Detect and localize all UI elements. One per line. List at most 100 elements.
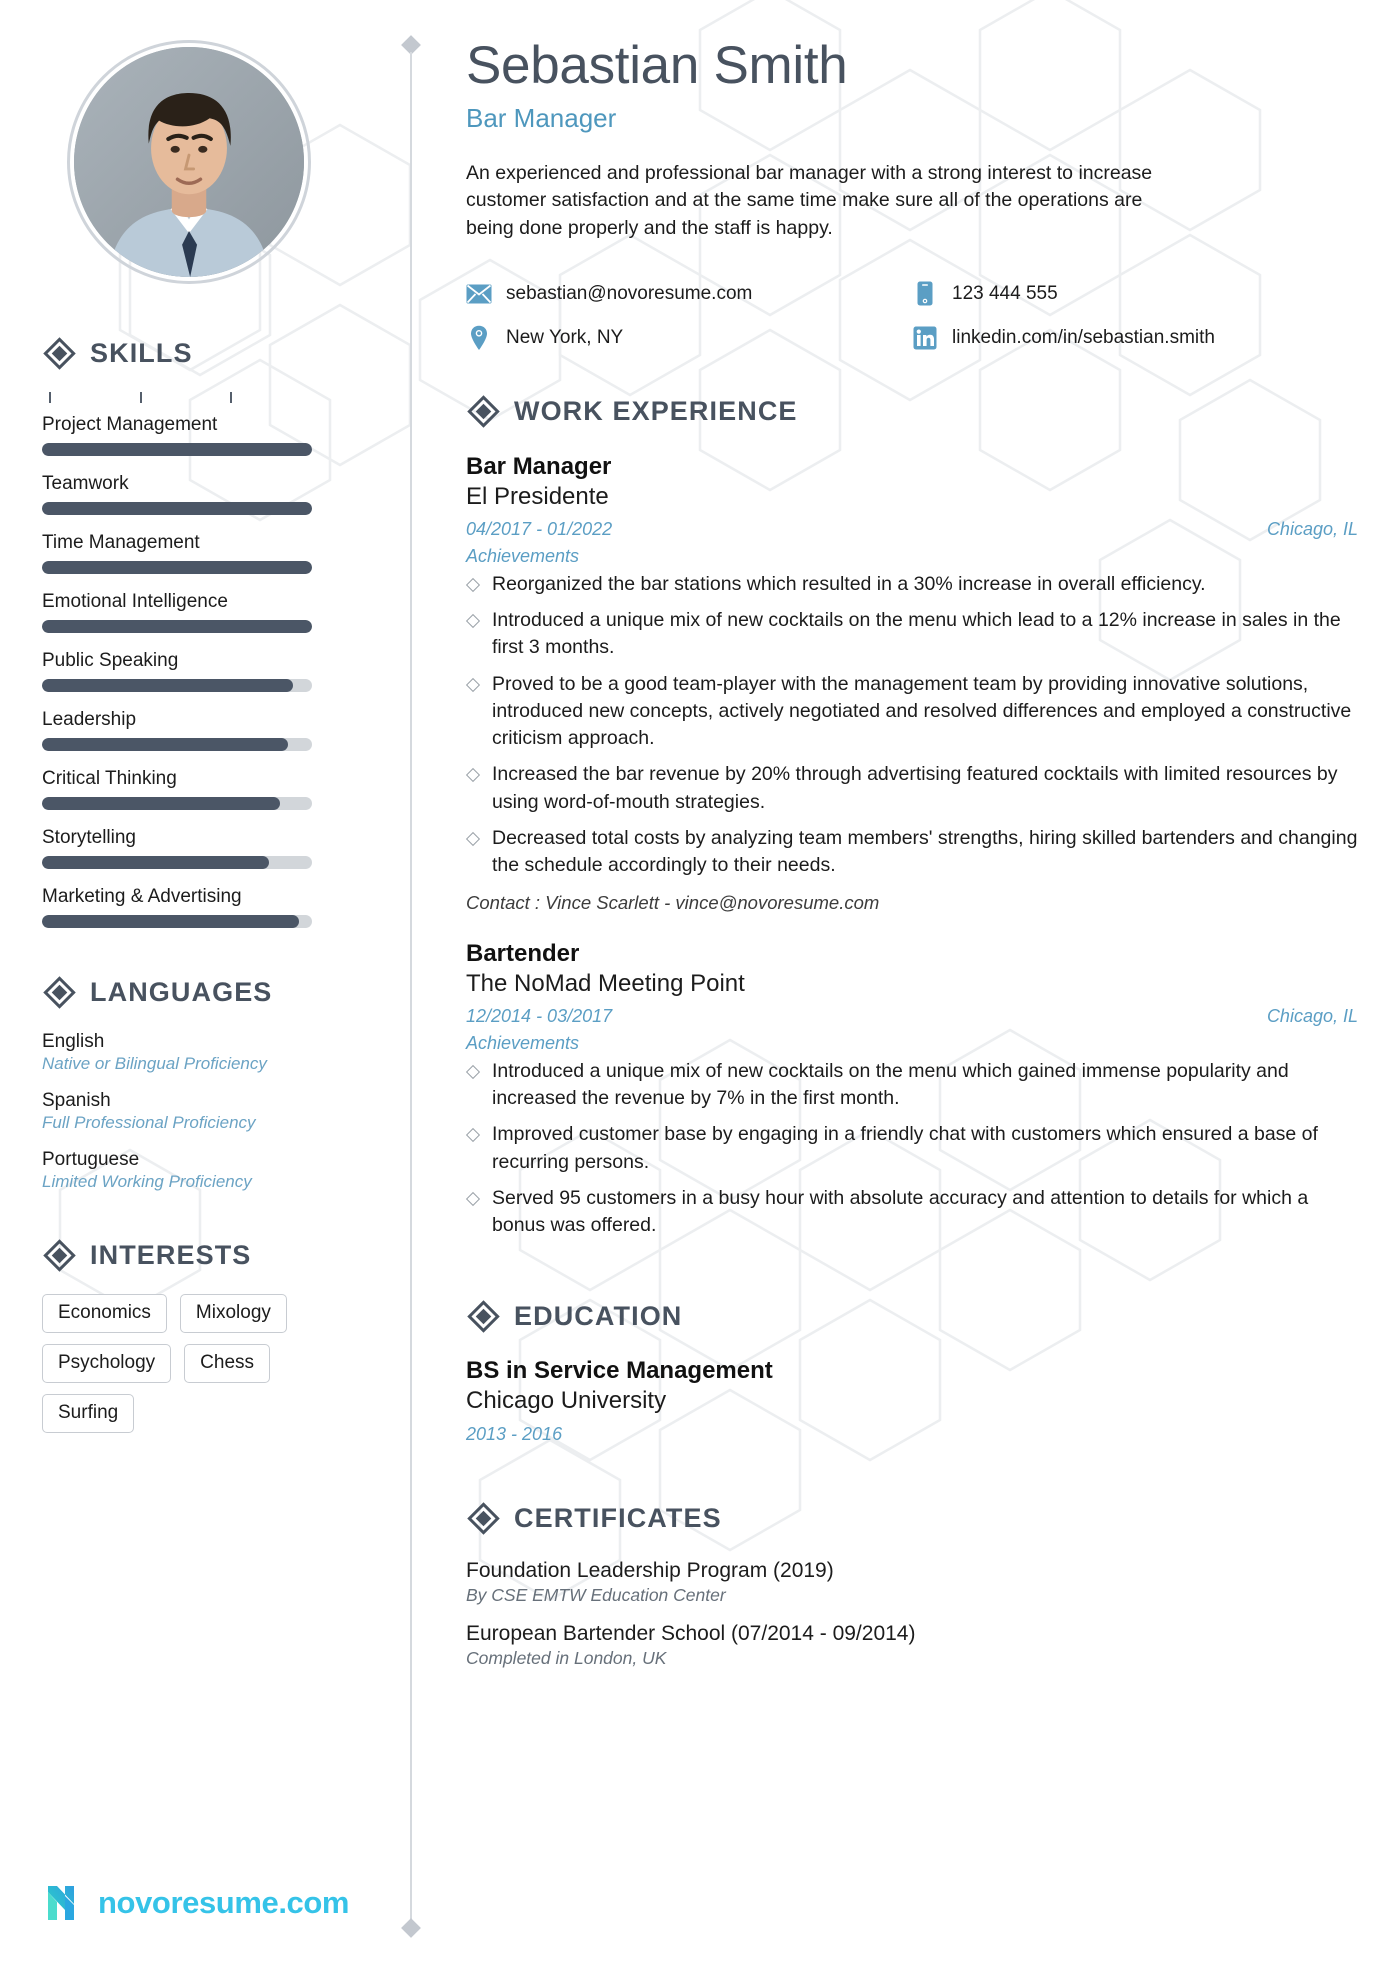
contact-phone[interactable]: 123 444 555 [912,281,1358,307]
novoresume-logo-text: novoresume.com [98,1885,350,1920]
work-entry-location: Chicago, IL [1266,1005,1358,1026]
vertical-divider [401,35,421,1938]
interest-tag: Chess [184,1344,271,1383]
contact-location[interactable]: New York, NY [466,325,912,351]
avatar-photo [74,47,304,277]
interests-section: INTERESTS Economics Mixology Psychology … [42,1238,368,1473]
skill-label: Storytelling [42,827,136,848]
certificate-issuer: By CSE EMTW Education Center [466,1585,726,1606]
certificates-heading: CERTIFICATES [466,1501,1358,1535]
skill-item: Storytelling [42,827,368,869]
interest-tag: Surfing [42,1394,135,1433]
skill-bar [42,797,312,810]
achievements-list: Introduced a unique mix of new cocktails… [466,1058,1358,1240]
job-title-subtitle: Bar Manager [466,102,617,133]
skill-item: Time Management [42,532,368,574]
skill-bar [42,502,312,515]
skill-label: Public Speaking [42,650,179,671]
contact-list: sebastian@novoresume.com 123 444 555 New… [466,281,1358,351]
skill-bar [42,856,312,869]
skill-bar [42,738,312,751]
certificates-section: CERTIFICATES Foundation Leadership Progr… [466,1501,1358,1669]
certificate-issuer: Completed in London, UK [466,1648,667,1669]
skill-bar-fill [42,561,312,574]
achievement-item: Served 95 customers in a busy hour with … [466,1185,1358,1240]
language-level: Native or Bilingual Proficiency [42,1054,267,1073]
page-title: Sebastian Smith [466,36,848,95]
skill-label: Marketing & Advertising [42,886,242,907]
education-dates: 2013 - 2016 [466,1424,563,1445]
skills-heading-label: SKILLS [90,337,193,368]
language-level: Full Professional Proficiency [42,1113,256,1132]
skills-heading: SKILLS [42,336,368,370]
diamond-icon [42,336,76,370]
diamond-icon [466,1501,500,1535]
work-entry-location: Chicago, IL [1266,518,1358,539]
interests-heading: INTERESTS [42,1238,368,1272]
certificates-heading-label: CERTIFICATES [514,1502,722,1533]
sidebar: SKILLS Project Management Teamwork Time … [0,0,410,1981]
linkedin-icon [912,325,938,351]
language-name: Spanish [42,1090,111,1111]
skill-label: Critical Thinking [42,768,177,789]
education-school: Chicago University [466,1387,667,1415]
skill-bar-fill [42,443,312,456]
work-experience-heading: WORK EXPERIENCE [466,395,1358,429]
education-heading: EDUCATION [466,1299,1358,1333]
skill-label: Time Management [42,532,200,553]
skill-item: Public Speaking [42,650,368,692]
contact-linkedin[interactable]: linkedin.com/in/sebastian.smith [912,325,1358,351]
achievements-label: Achievements [466,1032,580,1053]
skill-bar [42,915,312,928]
achievements-list: Reorganized the bar stations which resul… [466,571,1358,880]
interests-tag-list: Economics Mixology Psychology Chess Surf… [42,1294,327,1433]
education-section: EDUCATION BS in Service Management Chica… [466,1299,1358,1445]
languages-heading-label: LANGUAGES [90,976,273,1007]
skill-bar-fill [42,620,312,633]
achievements-label: Achievements [466,545,580,566]
education-degree: BS in Service Management [466,1357,773,1385]
language-level: Limited Working Proficiency [42,1172,252,1191]
skill-item: Leadership [42,709,368,751]
achievement-item: Introduced a unique mix of new cocktails… [466,607,1358,662]
skill-bar-fill [42,738,288,751]
skill-item: Teamwork [42,473,368,515]
skill-label: Teamwork [42,473,129,494]
skill-label: Emotional Intelligence [42,591,228,612]
skill-bar [42,620,312,633]
skill-item: Marketing & Advertising [42,886,368,928]
skill-item: Project Management [42,414,368,456]
education-heading-label: EDUCATION [514,1300,683,1331]
location-pin-icon [466,325,492,351]
skills-list: Project Management Teamwork Time Managem… [42,414,368,928]
contact-location-value: New York, NY [506,326,624,348]
education-entry: BS in Service Management Chicago Univers… [466,1357,1358,1445]
avatar [67,40,311,284]
work-entry-meta: 12/2014 - 03/2017 Chicago, IL [466,1006,1358,1027]
work-entry-company: The NoMad Meeting Point [466,969,745,997]
achievement-item: Proved to be a good team-player with the… [466,671,1358,753]
novoresume-logo[interactable]: novoresume.com [45,1883,349,1923]
skill-item: Critical Thinking [42,768,368,810]
interest-tag: Economics [42,1294,167,1333]
interests-heading-label: INTERESTS [90,1239,252,1270]
skill-bar-fill [42,797,280,810]
contact-linkedin-value: linkedin.com/in/sebastian.smith [952,326,1215,348]
contact-phone-value: 123 444 555 [952,282,1058,304]
language-item: Portuguese Limited Working Proficiency [42,1149,368,1192]
work-experience-heading-label: WORK EXPERIENCE [514,396,798,427]
certificate-name: Foundation Leadership Program (2019) [466,1559,834,1583]
skill-bar-fill [42,679,294,692]
skill-item: Emotional Intelligence [42,591,368,633]
interest-tag: Psychology [42,1344,172,1383]
skill-scale-ticks [42,392,312,406]
work-experience-entry: Bartender The NoMad Meeting Point 12/201… [466,940,1358,1240]
contact-email[interactable]: sebastian@novoresume.com [466,281,912,307]
skill-bar [42,679,312,692]
profile-summary: An experienced and professional bar mana… [466,161,1153,240]
language-item: English Native or Bilingual Proficiency [42,1031,368,1074]
work-entry-company: El Presidente [466,482,609,510]
resume-page: SKILLS Project Management Teamwork Time … [0,0,1400,1981]
achievement-item: Increased the bar revenue by 20% through… [466,761,1358,816]
main-column: Sebastian Smith Bar Manager An experienc… [412,0,1400,1981]
